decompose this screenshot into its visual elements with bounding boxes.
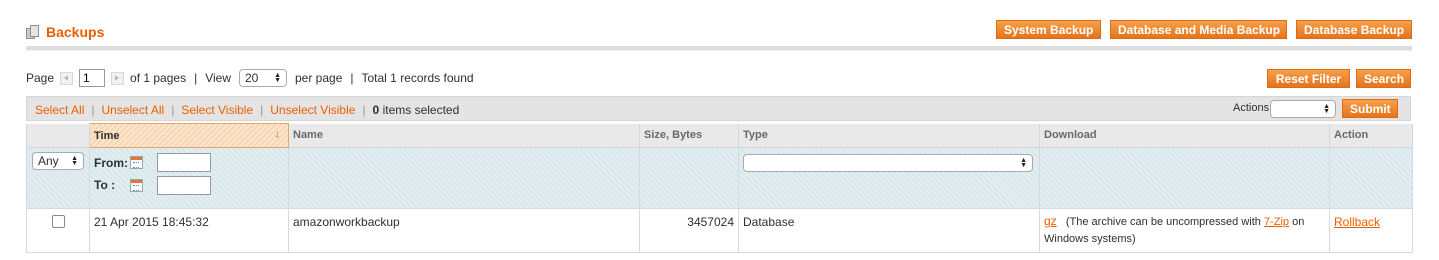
system-backup-button[interactable]: System Backup (996, 20, 1101, 39)
backups-grid: Time ↓ Name Size, Bytes Type Download Ac… (26, 123, 1413, 253)
pager-separator: | (194, 71, 198, 85)
page-label: Page (26, 71, 55, 85)
per-page-select[interactable]: 20 ▲ ▼ (239, 69, 287, 87)
download-gz-link[interactable]: gz (1044, 214, 1057, 228)
from-label: From: (94, 155, 128, 170)
view-label: View (205, 71, 231, 85)
backup-icon (26, 25, 40, 39)
reset-filter-button[interactable]: Reset Filter (1267, 69, 1350, 88)
seven-zip-link[interactable]: 7-Zip (1264, 216, 1289, 228)
select-arrows-icon: ▲ ▼ (274, 72, 281, 84)
actions-label: Actions (1233, 102, 1270, 114)
column-header-name[interactable]: Name (288, 123, 640, 148)
grid-header-row: Time ↓ Name Size, Bytes Type Download Ac… (26, 123, 1413, 148)
page-number-input[interactable] (79, 69, 106, 87)
unselect-visible-link[interactable]: Unselect Visible (270, 103, 355, 117)
row-time: 21 Apr 2015 18:45:32 (89, 208, 289, 253)
selected-count: 0 (372, 103, 380, 117)
actions-select[interactable]: ▲ ▼ (1270, 100, 1336, 118)
action-filter-cell (1329, 147, 1413, 209)
sort-arrow-icon: ↓ (274, 128, 281, 140)
row-name: amazonworkbackup (288, 208, 640, 253)
select-arrows-icon: ▲ ▼ (71, 155, 78, 167)
select-arrows-icon: ▲ ▼ (1323, 103, 1330, 115)
calendar-icon[interactable] (130, 156, 143, 169)
row-checkbox[interactable] (51, 215, 65, 228)
unselect-all-link[interactable]: Unselect All (101, 103, 164, 117)
search-button[interactable]: Search (1356, 69, 1411, 88)
calendar-icon[interactable] (130, 178, 143, 192)
type-filter-select[interactable]: ▲ ▼ (743, 154, 1033, 172)
column-header-time[interactable]: Time ↓ (89, 123, 289, 148)
next-page-icon[interactable] (111, 71, 125, 85)
previous-page-icon[interactable] (60, 71, 74, 85)
database-backup-button[interactable]: Database Backup (1296, 20, 1412, 39)
per-page-label: per page (295, 71, 343, 85)
checkbox-column-header (26, 123, 90, 148)
to-label: To : (94, 178, 116, 192)
column-header-type[interactable]: Type (738, 123, 1040, 148)
date-to-input[interactable] (157, 175, 211, 195)
column-header-action: Action (1329, 123, 1413, 148)
row-download: gz (The archive can be uncompressed with… (1039, 208, 1330, 253)
massaction-bar: Select All | Unselect All | Select Visible | U… (26, 96, 1411, 121)
column-header-size[interactable]: Size, Bytes (639, 123, 739, 148)
column-header-download: Download (1039, 123, 1330, 148)
pager-separator: | (350, 71, 354, 85)
row-type: Database (738, 208, 1040, 253)
grid-filter-row: Any ▲ ▼ From: To : ▲ ▼ (26, 147, 1413, 209)
database-media-backup-button[interactable]: Database and Media Backup (1110, 20, 1287, 39)
checkbox-filter-select[interactable]: Any ▲ ▼ (32, 152, 84, 170)
submit-button[interactable]: Submit (1342, 99, 1398, 118)
checkbox-filter-value: Any (38, 154, 59, 168)
select-all-link[interactable]: Select All (35, 103, 84, 117)
rollback-link[interactable]: Rollback (1334, 215, 1380, 229)
pager: Page of 1 pages | View 20 ▲▼ per page | … (26, 68, 474, 88)
download-note-pre: (The archive can be uncompressed with (1065, 216, 1264, 228)
date-from-input[interactable] (157, 153, 211, 172)
name-filter-cell (288, 147, 640, 209)
column-header-time-label: Time (94, 129, 120, 142)
per-page-value: 20 (245, 71, 259, 85)
size-filter-cell (639, 147, 739, 209)
page-count-text: of 1 pages (130, 71, 187, 85)
selected-suffix: items selected (382, 103, 460, 117)
select-arrows-icon: ▲ ▼ (1020, 157, 1027, 169)
select-visible-link[interactable]: Select Visible (181, 103, 253, 117)
row-size: 3457024 (639, 208, 739, 253)
records-found-text: Total 1 records found (361, 71, 474, 85)
header-divider (26, 46, 1412, 51)
table-row: 21 Apr 2015 18:45:32 amazonworkbackup 34… (26, 208, 1413, 253)
page-title-text: Backups (46, 24, 105, 40)
download-filter-cell (1039, 147, 1330, 209)
page-title: Backups (26, 24, 104, 40)
